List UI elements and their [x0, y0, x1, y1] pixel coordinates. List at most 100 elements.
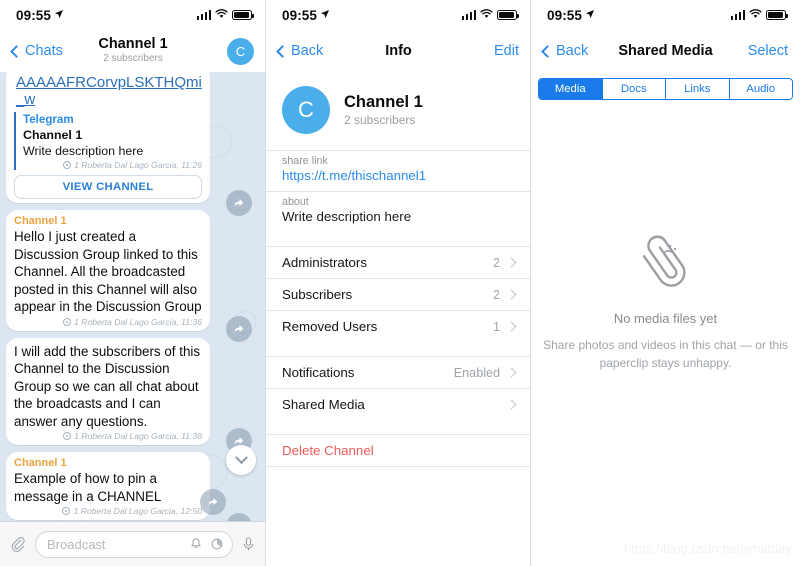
top-invite-link[interactable]: AAAAAFRCorvpLSKTHQmi_w [14, 72, 202, 110]
views-eye-icon [63, 161, 72, 169]
signal-icon [461, 10, 476, 20]
status-bar-media: 09:55 [531, 0, 800, 30]
row-label: Shared Media [282, 397, 365, 412]
views-eye-icon [62, 507, 71, 515]
row-administrators[interactable]: Administrators 2 [266, 246, 531, 278]
forward-button[interactable] [200, 489, 226, 515]
status-time: 09:55 [282, 7, 318, 23]
back-label: Chats [25, 43, 63, 59]
chevron-right-icon [506, 399, 517, 410]
bubble-text: Hello I just created a Discussion Group … [14, 229, 202, 314]
profile-header: C Channel 1 2 subscribers [266, 72, 531, 150]
row-right [500, 399, 517, 410]
row-notifications[interactable]: Notifications Enabled [266, 356, 531, 388]
battery-icon [497, 10, 519, 20]
delete-label: Delete Channel [282, 443, 374, 458]
screenshot-root: 09:55 Chats Channel 1 2 subscribers C AA… [0, 0, 800, 566]
row-removed-users[interactable]: Removed Users 1 [266, 310, 531, 342]
row-right: 1 [493, 320, 517, 334]
chevron-right-icon [506, 367, 517, 378]
signal-icon [730, 10, 745, 20]
bubble-meta: 1 Roberta Dal Lago Garcia, 11:38 [14, 431, 202, 441]
bell-icon[interactable] [189, 537, 203, 551]
forward-arrow-icon [208, 498, 218, 506]
broadcast-placeholder: Broadcast [47, 536, 106, 552]
wifi-icon [749, 6, 762, 24]
preview-meta-text: 1 Roberta Dal Lago Garcia, 11:26 [74, 160, 202, 170]
chat-navbar: Chats Channel 1 2 subscribers C [0, 30, 266, 72]
channel-avatar[interactable]: C [227, 37, 254, 65]
forward-button[interactable] [226, 190, 252, 216]
location-arrow-icon [585, 9, 595, 22]
info-back-button[interactable]: Back [276, 43, 323, 59]
avatar: C [282, 86, 330, 134]
broadcast-input[interactable]: Broadcast [35, 530, 233, 558]
row-label: Subscribers [282, 287, 353, 302]
bubble-author: Channel 1 [14, 457, 67, 469]
preview-title: Channel 1 [23, 128, 83, 142]
about-section: about Write description here [266, 191, 531, 232]
battery-icon [766, 10, 788, 20]
row-right: 2 [492, 255, 517, 270]
row-right: 2 [492, 287, 517, 302]
chat-bubble[interactable]: Channel 1 Example of how to pin a messag… [6, 452, 210, 520]
share-link-value[interactable]: https://t.me/thischannel1 [282, 168, 515, 183]
webpage-preview-card[interactable]: Telegram Channel 1 Write description her… [14, 112, 202, 170]
empty-title: No media files yet [613, 311, 718, 326]
media-back-button[interactable]: Back [541, 43, 589, 59]
paperclip-icon [634, 226, 698, 295]
chat-message-list[interactable]: AAAAAFRCorvpLSKTHQmi_w Telegram Channel … [0, 72, 266, 521]
chevron-left-icon [541, 44, 554, 58]
bubble-link-preview[interactable]: AAAAAFRCorvpLSKTHQmi_w Telegram Channel … [6, 72, 210, 203]
paperclip-icon[interactable] [10, 536, 27, 553]
shared-media-panel: 09:55 Back Shared Media Select Media Doc… [531, 0, 800, 566]
about-value: Write description here [282, 209, 412, 224]
bubble-author: Channel 1 [14, 215, 67, 227]
views-eye-icon [63, 317, 72, 326]
select-button[interactable]: Select [748, 43, 788, 59]
profile-subscribers: 2 subscribers [344, 112, 416, 127]
chevron-left-icon [276, 44, 289, 58]
preview-description: Write description here [23, 144, 144, 158]
row-label: Notifications [282, 365, 355, 380]
delete-channel-button[interactable]: Delete Channel [266, 434, 531, 466]
bubble-meta-text: 1 Roberta Dal Lago Garcia, 11:38 [74, 431, 202, 441]
forward-button[interactable] [226, 316, 252, 342]
status-icons [461, 6, 519, 24]
chat-bubble[interactable]: Channel 1 Hello I just created a Discuss… [6, 210, 210, 331]
chevron-right-icon [506, 321, 517, 332]
row-shared-media[interactable]: Shared Media [266, 388, 531, 420]
view-channel-button[interactable]: VIEW CHANNEL [14, 175, 202, 199]
row-subscribers[interactable]: Subscribers 2 [266, 278, 531, 310]
row-value: 2 [492, 255, 500, 270]
profile-name: Channel 1 [344, 92, 423, 111]
back-to-chats-button[interactable]: Chats [10, 43, 63, 59]
back-label: Back [556, 43, 589, 59]
share-link-section[interactable]: share link https://t.me/thischannel1 [266, 150, 531, 191]
status-bar-info: 09:55 [266, 0, 531, 30]
forward-arrow-icon [234, 199, 244, 207]
row-value: 2 [492, 287, 500, 302]
bubble-meta-text: 1 Roberta Dal Lago Garcia, 11:36 [74, 316, 202, 327]
status-icons [730, 6, 788, 24]
panel-divider [530, 0, 531, 566]
wifi-icon [215, 6, 228, 24]
forward-arrow-icon [234, 325, 244, 333]
row-right: Enabled [454, 366, 517, 380]
panel-divider [265, 0, 266, 566]
status-icons [196, 6, 254, 24]
chevron-right-icon [506, 289, 517, 300]
status-time: 09:55 [547, 7, 583, 23]
scroll-to-bottom-button[interactable] [226, 445, 256, 475]
bubble-text: Example of how to pin a message in a CHA… [14, 471, 162, 504]
info-content: C Channel 1 2 subscribers share link htt… [266, 72, 531, 566]
views-eye-icon [63, 432, 72, 440]
media-navbar: Back Shared Media Select [531, 30, 800, 72]
bubble-meta: 1 Roberta Dal Lago Garcia, 11:36 [14, 317, 202, 327]
timer-icon[interactable] [210, 537, 224, 551]
microphone-icon[interactable] [241, 536, 256, 552]
chevron-down-icon [234, 450, 248, 464]
signal-icon [196, 10, 211, 20]
edit-button[interactable]: Edit [494, 43, 519, 59]
chat-bubble[interactable]: I will add the subscribers of this Chann… [6, 337, 210, 445]
